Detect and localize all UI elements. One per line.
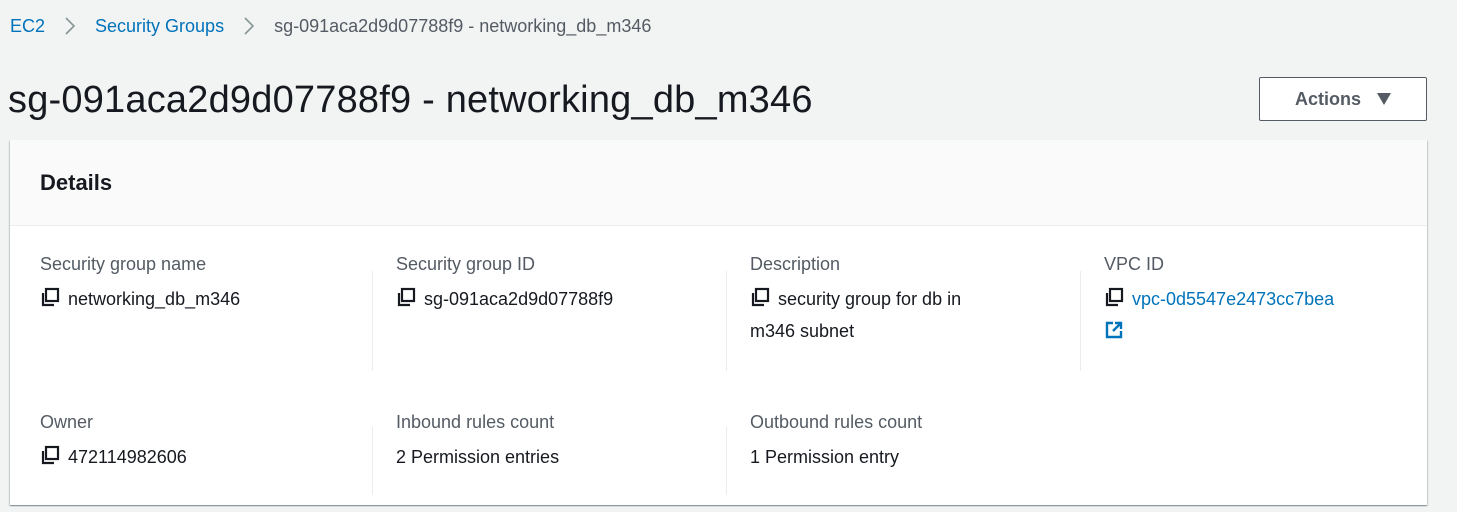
field-value: networking_db_m346 <box>68 289 241 309</box>
breadcrumb-security-groups-link[interactable]: Security Groups <box>95 16 224 37</box>
field-value: 472114982606 <box>68 447 187 467</box>
copy-icon[interactable] <box>40 444 60 474</box>
details-panel: Details Security group name networking_d… <box>10 140 1427 505</box>
field-vpc-id: VPC ID vpc-0d5547e2473cc7bea <box>1080 251 1434 371</box>
actions-button-label: Actions <box>1294 88 1361 109</box>
vpc-id-link[interactable]: vpc-0d5547e2473cc7bea <box>1132 289 1334 309</box>
field-owner: Owner 472114982606 <box>40 409 370 474</box>
copy-icon[interactable] <box>750 286 770 316</box>
copy-icon[interactable] <box>40 286 60 316</box>
copy-icon[interactable] <box>396 286 416 316</box>
field-value-line1: security group for db in <box>778 289 962 309</box>
field-security-group-name: Security group name networking_db_m346 <box>40 251 370 316</box>
field-outbound-rules-count: Outbound rules count 1 Permission entry <box>726 409 1080 495</box>
chevron-right-icon <box>224 17 274 35</box>
copy-icon[interactable] <box>1104 286 1124 316</box>
details-header: Details <box>10 140 1427 226</box>
field-value: 2 Permission entries <box>396 447 560 467</box>
field-label: Description <box>750 254 841 274</box>
field-label: Outbound rules count <box>750 412 923 432</box>
field-description: Description security group for db in m34… <box>726 251 1080 371</box>
breadcrumb-ec2-link[interactable]: EC2 <box>10 16 45 37</box>
breadcrumb-current: sg-091aca2d9d07788f9 - networking_db_m34… <box>274 15 652 36</box>
field-value-line2: m346 subnet <box>750 321 855 341</box>
external-link-icon[interactable] <box>1104 319 1124 349</box>
field-inbound-rules-count: Inbound rules count 2 Permission entries <box>372 409 726 495</box>
field-value: sg-091aca2d9d07788f9 <box>424 289 614 309</box>
field-label: Security group ID <box>396 254 536 274</box>
field-label: Security group name <box>40 254 207 274</box>
caret-down-icon <box>1377 93 1391 105</box>
page-title: sg-091aca2d9d07788f9 - networking_db_m34… <box>8 79 813 121</box>
field-label: Owner <box>40 412 94 432</box>
field-label: Inbound rules count <box>396 412 555 432</box>
details-heading: Details <box>40 169 113 195</box>
actions-button[interactable]: Actions <box>1259 77 1427 121</box>
field-value: 1 Permission entry <box>750 447 900 467</box>
field-label: VPC ID <box>1104 254 1165 274</box>
chevron-right-icon <box>45 17 95 35</box>
breadcrumb: EC2 Security Groups sg-091aca2d9d07788f9… <box>10 13 651 39</box>
field-security-group-id: Security group ID sg-091aca2d9d07788f9 <box>372 251 726 371</box>
